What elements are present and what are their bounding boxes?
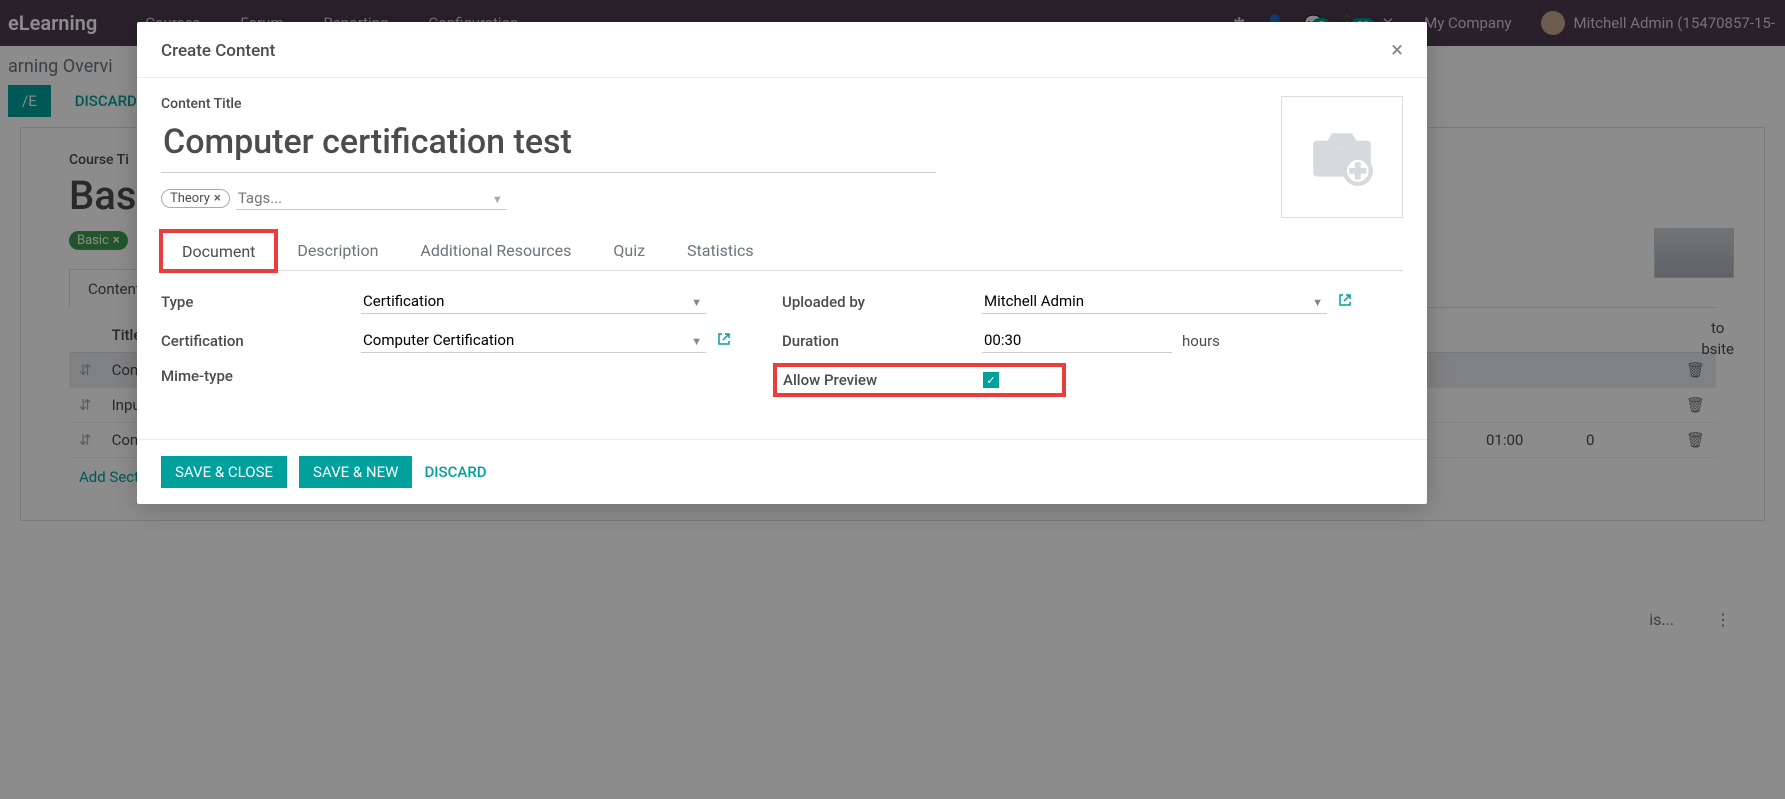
duration-unit: hours [1182,332,1220,350]
close-icon[interactable]: × [214,191,221,206]
duration-label: Duration [782,332,982,350]
type-select[interactable] [361,289,706,314]
save-close-button[interactable]: SAVE & CLOSE [161,456,287,488]
uploaded-by-label: Uploaded by [782,293,982,311]
certification-select[interactable] [361,328,706,353]
close-button[interactable]: × [1391,38,1403,63]
duration-input[interactable] [982,328,1172,353]
create-content-modal: Create Content × Content Title Theory× ▼… [137,22,1427,504]
type-label: Type [161,293,361,311]
chevron-down-icon[interactable]: ▼ [691,296,702,309]
chevron-down-icon[interactable]: ▼ [492,193,503,206]
save-new-button[interactable]: SAVE & NEW [299,456,412,488]
content-title-label: Content Title [161,96,1403,112]
modal-discard-button[interactable]: DISCARD [424,463,486,481]
tab-description[interactable]: Description [276,230,399,270]
certification-label: Certification [161,332,361,350]
allow-preview-label: Allow Preview [783,371,983,389]
tab-quiz[interactable]: Quiz [592,230,666,270]
tags-input[interactable] [236,187,507,210]
image-upload[interactable] [1281,96,1403,218]
uploaded-by-select[interactable] [982,289,1327,314]
chevron-down-icon[interactable]: ▼ [691,335,702,348]
allow-preview-checkbox[interactable]: ✓ [983,372,999,388]
external-link-icon[interactable] [716,331,732,351]
chevron-down-icon[interactable]: ▼ [1312,296,1323,309]
modal-title: Create Content [161,41,275,61]
camera-add-icon [1306,119,1378,195]
content-title-input[interactable] [161,118,936,173]
tab-additional-resources[interactable]: Additional Resources [399,230,592,270]
tag-theory[interactable]: Theory× [161,189,230,208]
tab-document[interactable]: Document [161,231,276,271]
tab-statistics[interactable]: Statistics [666,230,775,270]
mime-type-label: Mime-type [161,367,361,385]
external-link-icon[interactable] [1337,292,1353,312]
